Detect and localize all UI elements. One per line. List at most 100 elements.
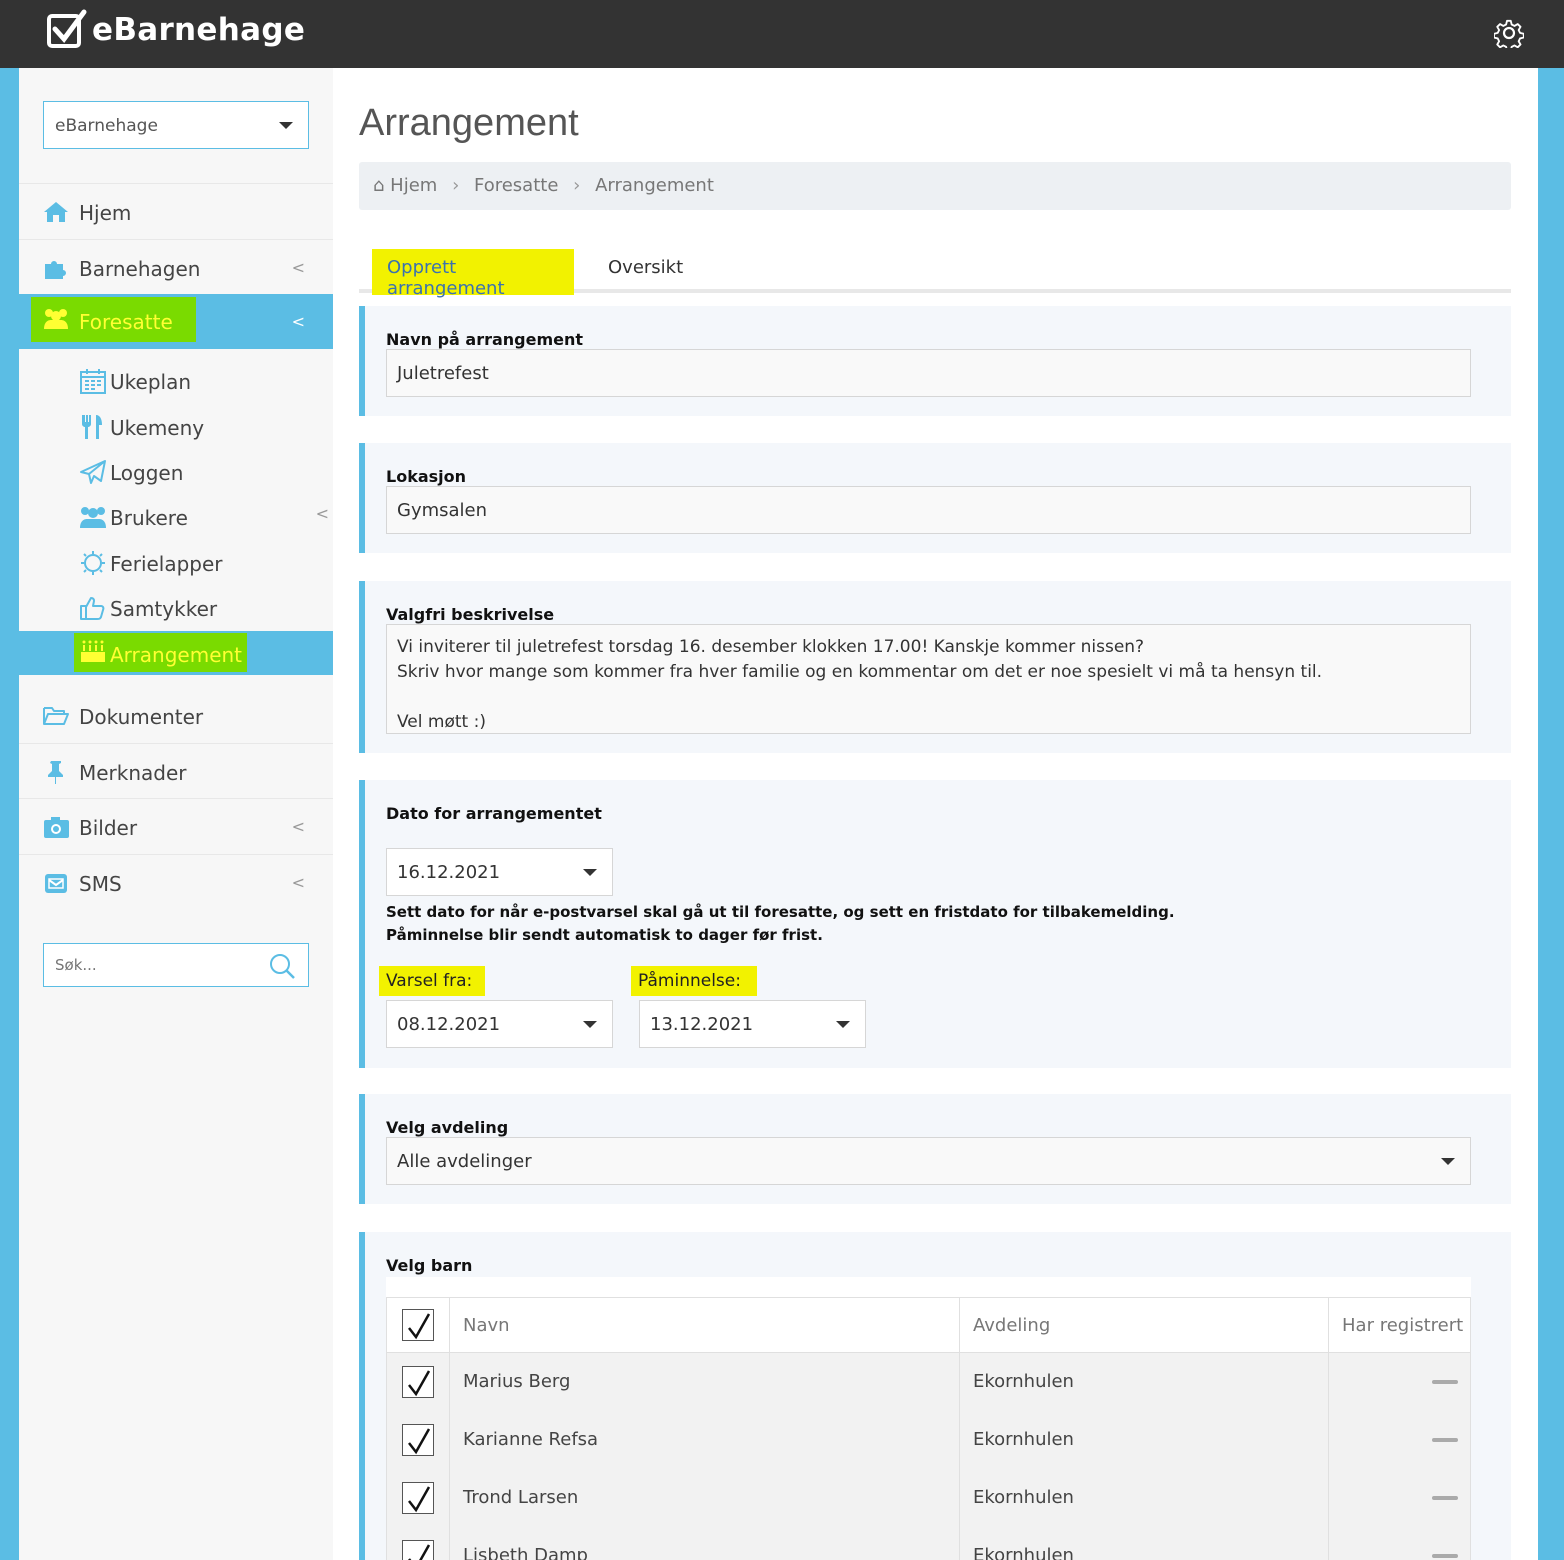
folder-open-icon [43, 707, 69, 725]
reminder-label-text: Påminnelse: [638, 971, 741, 991]
header-navn[interactable]: Navn [449, 1297, 960, 1353]
sidebar-item-label: Barnehagen [79, 257, 201, 281]
notify-date-select[interactable]: 08.12.2021 [386, 1000, 613, 1048]
sidebar-item-foresatte[interactable]: Foresatte < [19, 294, 333, 349]
reminder-date-select[interactable]: 13.12.2021 [639, 1000, 866, 1048]
description-line: Vi inviterer til juletrefest torsdag 16.… [397, 637, 1145, 657]
header-avdeling[interactable]: Avdeling [959, 1297, 1329, 1353]
sidebar-subitem-brukere[interactable]: Brukere < [79, 498, 329, 538]
table-row[interactable]: Karianne Refsa Ekornhulen [386, 1410, 1471, 1469]
reminder-date-value: 13.12.2021 [650, 1014, 754, 1035]
name-panel: Navn på arrangement Juletrefest [359, 306, 1511, 416]
sidebar-subitem-label: Ukeplan [110, 370, 191, 394]
row-department: Ekornhulen [959, 1468, 1329, 1527]
sidebar-subitem-label: Samtykker [110, 597, 218, 621]
sidebar-subitem-label: Arrangement [110, 643, 243, 667]
dash-icon [1432, 1379, 1458, 1384]
name-field[interactable]: Juletrefest [386, 349, 1471, 397]
description-line: Vel møtt :) [397, 712, 486, 732]
sidebar-subitem-label: Ukemeny [110, 416, 205, 440]
sidebar-item-dokumenter[interactable]: Dokumenter [19, 688, 333, 743]
sidebar: eBarnehage Hjem Barnehagen < Foresatte <… [19, 68, 333, 1560]
tab-oversikt[interactable]: Oversikt [608, 257, 683, 278]
search-icon[interactable] [268, 952, 296, 980]
caret-down-icon [1441, 1158, 1455, 1165]
breadcrumb-foresatte[interactable]: Foresatte [474, 175, 558, 196]
search-input[interactable] [55, 956, 255, 974]
department-select[interactable]: Alle avdelinger [386, 1137, 1471, 1185]
sidebar-item-barnehagen[interactable]: Barnehagen < [19, 239, 333, 294]
row-checkbox[interactable] [402, 1365, 434, 1398]
org-select[interactable]: eBarnehage [43, 101, 309, 149]
breadcrumb-hjem[interactable]: Hjem [390, 175, 437, 196]
date-label: Dato for arrangementet [386, 804, 602, 823]
notify-label: Varsel fra: [379, 966, 485, 996]
department-panel: Velg avdeling Alle avdelinger [359, 1094, 1511, 1204]
event-date-select[interactable]: 16.12.2021 [386, 848, 613, 896]
children-table: Navn Avdeling Har registrert Marius Berg… [386, 1297, 1471, 1560]
reminder-label: Påminnelse: [631, 966, 757, 996]
location-panel: Lokasjon Gymsalen [359, 443, 1511, 553]
chevron-left-icon: < [291, 312, 305, 331]
gear-icon[interactable] [1494, 18, 1524, 48]
breadcrumb-separator: › [573, 175, 581, 196]
checkmark-icon [408, 1313, 431, 1340]
sidebar-item-label: Bilder [79, 816, 138, 840]
notify-label-text: Varsel fra: [386, 971, 473, 991]
paper-plane-icon [80, 460, 106, 484]
row-name: Lisbeth Damp [449, 1526, 960, 1560]
sidebar-item-hjem[interactable]: Hjem [19, 183, 333, 238]
children-panel: Velg barn Navn Avdeling Har registrert M… [359, 1232, 1511, 1560]
app-logo[interactable]: eBarnehage [46, 8, 305, 52]
tab-bar: Opprett arrangement Oversikt [359, 246, 1511, 299]
description-label: Valgfri beskrivelse [386, 605, 555, 624]
breadcrumb-arrangement: Arrangement [595, 175, 714, 196]
description-textarea[interactable]: Vi inviterer til juletrefest torsdag 16.… [386, 624, 1471, 734]
app-name: eBarnehage [92, 12, 306, 48]
sidebar-subitem-label: Brukere [110, 506, 188, 530]
table-header-row: Navn Avdeling Har registrert [386, 1297, 1471, 1353]
row-department: Ekornhulen [959, 1352, 1329, 1411]
cutlery-icon [82, 415, 102, 439]
row-checkbox[interactable] [402, 1481, 434, 1514]
breadcrumb-separator: › [452, 175, 460, 196]
sidebar-item-sms[interactable]: SMS < [19, 854, 333, 909]
table-row[interactable]: Trond Larsen Ekornhulen [386, 1468, 1471, 1527]
select-all-checkbox[interactable] [402, 1309, 434, 1341]
date-panel: Dato for arrangementet 16.12.2021 Sett d… [359, 780, 1511, 1068]
table-row[interactable]: Lisbeth Damp Ekornhulen [386, 1526, 1471, 1560]
tab-opprett-arrangement[interactable]: Opprett arrangement [372, 249, 574, 299]
caret-down-icon [279, 122, 293, 129]
chevron-left-icon: < [315, 504, 329, 523]
location-field[interactable]: Gymsalen [386, 486, 1471, 534]
home-icon [44, 202, 68, 222]
row-department: Ekornhulen [959, 1526, 1329, 1560]
top-bar: eBarnehage [0, 0, 1564, 68]
sidebar-subitem-arrangement[interactable]: Arrangement [19, 631, 333, 675]
puzzle-icon [45, 261, 66, 279]
sidebar-item-label: SMS [79, 872, 122, 896]
chevron-left-icon: < [291, 817, 305, 836]
row-department: Ekornhulen [959, 1410, 1329, 1469]
dash-icon [1432, 1437, 1458, 1442]
header-har-registrert[interactable]: Har registrert [1328, 1297, 1471, 1353]
checkbox-logo-icon [47, 9, 87, 48]
sidebar-item-bilder[interactable]: Bilder < [19, 798, 333, 853]
location-field-value: Gymsalen [397, 500, 488, 521]
notify-date-value: 08.12.2021 [397, 1014, 501, 1035]
tab-label: Opprett arrangement [387, 257, 505, 299]
sidebar-item-merknader[interactable]: Merknader [19, 743, 333, 798]
search-box [43, 943, 309, 987]
table-row[interactable]: Marius Berg Ekornhulen [386, 1352, 1471, 1411]
calendar-icon [80, 369, 106, 394]
row-checkbox[interactable] [402, 1539, 434, 1560]
department-select-value: Alle avdelinger [397, 1151, 532, 1172]
sun-icon [81, 551, 105, 575]
date-info-text: Sett dato for når e-postvarsel skal gå u… [386, 901, 1175, 947]
info-line: Påminnelse blir sendt automatisk to dage… [386, 926, 823, 944]
pushpin-icon [48, 761, 63, 784]
home-icon: ⌂ [373, 175, 385, 196]
caret-down-icon [583, 869, 597, 876]
row-checkbox[interactable] [402, 1423, 434, 1456]
row-name: Karianne Refsa [449, 1410, 960, 1469]
